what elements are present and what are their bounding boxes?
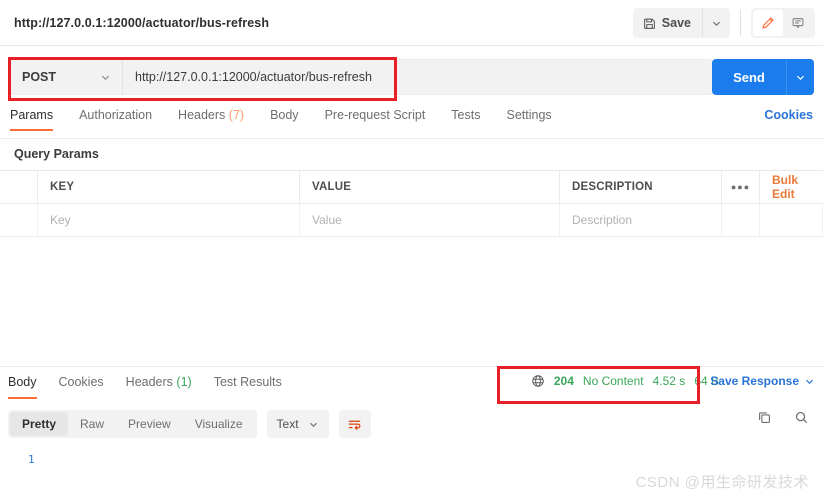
query-params-label: Query Params — [14, 147, 99, 161]
request-tabs: Params Authorization Headers (7) Body Pr… — [0, 108, 823, 139]
url-row: POST http://127.0.0.1:12000/actuator/bus… — [0, 46, 823, 108]
save-button[interactable]: Save — [633, 8, 702, 38]
format-preview-button[interactable]: Preview — [116, 412, 183, 436]
tab-settings[interactable]: Settings — [506, 108, 551, 131]
response-tab-body[interactable]: Body — [8, 375, 37, 399]
copy-icon[interactable] — [757, 410, 772, 425]
word-wrap-button[interactable] — [338, 410, 371, 438]
tab-tests-label: Tests — [451, 108, 481, 122]
save-response-label: Save Response — [710, 374, 799, 388]
param-description-input[interactable]: Description — [560, 204, 722, 236]
send-options-button[interactable] — [786, 59, 814, 95]
globe-icon — [531, 374, 545, 388]
format-pretty-button[interactable]: Pretty — [10, 412, 69, 436]
ellipsis-icon[interactable]: ●●● — [722, 171, 760, 203]
search-icon[interactable] — [794, 410, 809, 425]
query-params-table: KEY VALUE DESCRIPTION ●●● Bulk Edit Key … — [0, 170, 823, 237]
tab-headers-label: Headers — [178, 108, 226, 122]
format-segmented-control: Pretty Raw Preview Visualize — [8, 410, 257, 438]
line-number: 1 — [28, 453, 35, 466]
watermark: CSDN @用生命研发技术 — [635, 474, 809, 491]
response-tab-body-label: Body — [8, 375, 37, 389]
column-header-description: DESCRIPTION — [560, 171, 722, 203]
column-header-key: KEY — [38, 171, 300, 203]
send-button-group: Send — [712, 59, 814, 95]
format-visualize-button[interactable]: Visualize — [183, 412, 255, 436]
chevron-down-icon — [804, 376, 815, 387]
tab-params[interactable]: Params — [10, 108, 54, 131]
method-url-bar: POST http://127.0.0.1:12000/actuator/bus… — [10, 59, 713, 95]
url-input[interactable]: http://127.0.0.1:12000/actuator/bus-refr… — [123, 60, 712, 94]
row-spacer-cell — [722, 204, 760, 236]
postman-window: http://127.0.0.1:12000/actuator/bus-refr… — [0, 0, 823, 500]
edit-request-button[interactable] — [753, 10, 783, 36]
status-text: No Content — [582, 374, 644, 388]
content-type-select[interactable]: Text — [266, 410, 329, 438]
response-time: 4.52 s — [652, 374, 686, 388]
http-method-label: POST — [22, 70, 57, 84]
row-checkbox-cell[interactable] — [0, 204, 38, 236]
response-tab-headers[interactable]: Headers (1) — [126, 375, 192, 399]
param-key-input[interactable]: Key — [38, 204, 300, 236]
header-divider — [740, 10, 741, 36]
save-button-group: Save — [632, 8, 730, 38]
table-header-row: KEY VALUE DESCRIPTION ●●● Bulk Edit — [0, 171, 823, 204]
bulk-edit-button[interactable]: Bulk Edit — [760, 171, 823, 203]
tab-body-label: Body — [270, 108, 299, 122]
chevron-down-icon — [308, 419, 319, 430]
floppy-disk-icon — [643, 17, 656, 30]
response-tab-headers-label: Headers — [125, 375, 173, 389]
response-body-actions — [757, 410, 809, 425]
save-options-button[interactable] — [702, 8, 730, 38]
header-icon-group — [751, 8, 815, 38]
tab-authorization[interactable]: Authorization — [79, 108, 152, 131]
tab-tests[interactable]: Tests — [451, 108, 480, 131]
row-end-cell — [760, 204, 823, 236]
content-type-label: Text — [276, 417, 299, 431]
response-tab-cookies[interactable]: Cookies — [59, 375, 104, 399]
request-header-bar: http://127.0.0.1:12000/actuator/bus-refr… — [0, 0, 823, 46]
comments-button[interactable] — [783, 10, 813, 36]
tab-pre-request-script[interactable]: Pre-request Script — [325, 108, 426, 131]
tab-pre-request-script-label: Pre-request Script — [324, 108, 426, 122]
format-raw-button[interactable]: Raw — [68, 412, 116, 436]
response-tab-headers-count: (1) — [176, 375, 192, 389]
comment-icon — [791, 16, 805, 30]
header-actions: Save — [632, 7, 815, 39]
word-wrap-icon — [347, 417, 362, 432]
response-status-bar: 204 No Content 4.52 s 64 B — [531, 374, 719, 388]
tab-authorization-label: Authorization — [79, 108, 153, 122]
save-button-label: Save — [661, 16, 691, 30]
param-value-input[interactable]: Value — [300, 204, 560, 236]
tab-params-label: Params — [10, 108, 54, 122]
chevron-down-icon — [795, 72, 806, 83]
select-all-cell — [0, 171, 38, 203]
status-code: 204 — [553, 374, 574, 388]
tab-settings-label: Settings — [506, 108, 552, 122]
pencil-icon — [761, 16, 775, 30]
cookies-link[interactable]: Cookies — [764, 108, 813, 122]
chevron-down-icon — [100, 72, 111, 83]
request-title: http://127.0.0.1:12000/actuator/bus-refr… — [14, 15, 270, 30]
save-response-button[interactable]: Save Response — [710, 374, 815, 388]
send-button[interactable]: Send — [712, 59, 786, 95]
response-tab-cookies-label: Cookies — [58, 375, 104, 389]
table-row: Key Value Description — [0, 204, 823, 237]
tab-headers[interactable]: Headers (7) — [178, 108, 244, 131]
column-header-value: VALUE — [300, 171, 560, 203]
response-format-toolbar: Pretty Raw Preview Visualize Text — [0, 404, 823, 444]
response-tab-test-results[interactable]: Test Results — [214, 375, 282, 399]
tab-headers-count: (7) — [228, 108, 245, 122]
tab-body[interactable]: Body — [270, 108, 299, 131]
chevron-down-icon — [711, 18, 722, 29]
response-tab-test-results-label: Test Results — [213, 375, 282, 389]
http-method-select[interactable]: POST — [11, 60, 123, 94]
